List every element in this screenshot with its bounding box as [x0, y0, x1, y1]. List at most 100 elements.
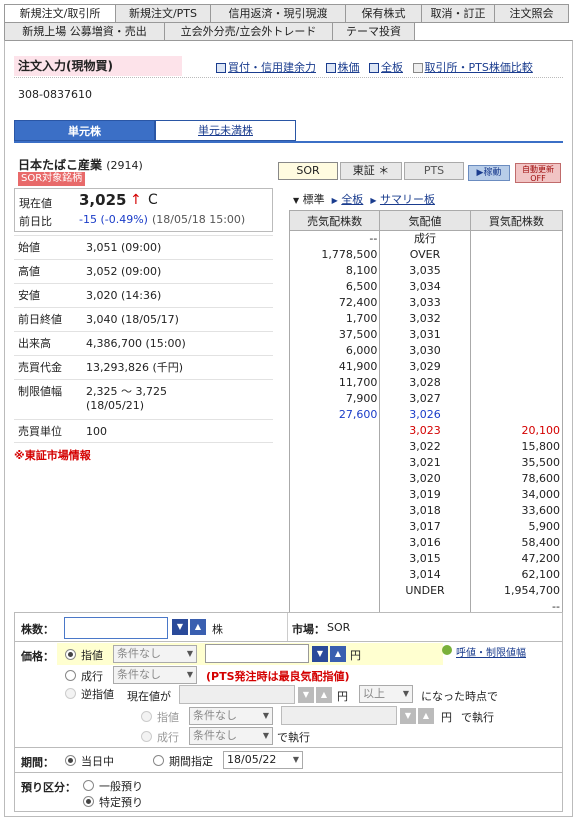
tab-new-order-pts[interactable]: 新規注文/PTS: [115, 4, 210, 23]
market-order-radio[interactable]: [65, 670, 76, 681]
market-pts-button[interactable]: PTS: [404, 162, 464, 180]
board-row: 7,900 3,027: [288, 391, 564, 407]
detail-volume: 出来高 4,386,700 (15:00): [14, 331, 273, 355]
tab-margin-settle[interactable]: 信用返済・現引現渡: [210, 4, 345, 23]
board-price[interactable]: 成行: [379, 230, 471, 247]
price-link[interactable]: 株価: [338, 61, 360, 74]
board-price[interactable]: 3,034: [379, 279, 471, 295]
board-buy-qty: 5,900: [469, 519, 564, 535]
stop-limit-down-button[interactable]: ▼: [400, 708, 416, 724]
stop-order-radio[interactable]: [65, 688, 76, 699]
tab-row-2: 新規上場 公募増資・売出 立会外分売/立会外トレード テーマ投資: [4, 22, 415, 41]
board-full-link[interactable]: 全板: [341, 193, 363, 206]
board-price[interactable]: 3,026: [379, 407, 471, 423]
board-buy-qty: 1,954,700: [469, 583, 564, 599]
board-buy-qty: [469, 311, 564, 327]
board-price[interactable]: 3,033: [379, 295, 471, 311]
board-price[interactable]: 3,017: [379, 519, 471, 535]
price-unit: 円: [350, 649, 361, 662]
tab-new-order-exchange[interactable]: 新規注文/取引所: [4, 4, 115, 23]
limit-price-input[interactable]: [205, 644, 309, 663]
tab-odd-lot[interactable]: 単元未満株: [155, 120, 296, 141]
board-row: 1,700 3,032: [288, 311, 564, 327]
tab-unit-shares[interactable]: 単元株: [14, 120, 155, 141]
board-sell-qty: [288, 503, 381, 519]
tab-theme[interactable]: テーマ投資: [332, 22, 415, 41]
board-price[interactable]: 3,032: [379, 311, 471, 327]
board-price[interactable]: 3,023: [379, 423, 471, 439]
board-price[interactable]: 3,022: [379, 439, 471, 455]
buying-power-icon: [216, 63, 226, 73]
market-tse-button[interactable]: 東証 ＊: [340, 162, 402, 180]
quantity-input[interactable]: [64, 617, 168, 639]
board-buy-qty: 15,800: [469, 439, 564, 455]
board-row: 6,500 3,034: [288, 279, 564, 295]
market-sor-button[interactable]: SOR: [278, 162, 338, 180]
pts-note: (PTS発注時は最良気配指値): [206, 670, 350, 683]
general-deposit-radio[interactable]: [83, 780, 94, 791]
board-price[interactable]: 3,035: [379, 263, 471, 279]
unit-tab-underline: [14, 141, 563, 143]
stop-limit-exec-label: で執行: [461, 711, 494, 724]
board-sell-qty: 8,100: [288, 263, 381, 279]
board-standard[interactable]: 標準: [303, 193, 325, 206]
tab-ipo[interactable]: 新規上場 公募増資・売出: [4, 22, 164, 41]
board-price[interactable]: 3,030: [379, 343, 471, 359]
current-price-label: 現在値: [19, 197, 52, 210]
special-deposit-radio[interactable]: [83, 796, 94, 807]
current-price: 3,025: [79, 191, 127, 209]
board-price[interactable]: 3,027: [379, 391, 471, 407]
board-price[interactable]: 3,028: [379, 375, 471, 391]
board-sell-qty: [288, 423, 381, 439]
tab-cancel-modify[interactable]: 取消・訂正: [421, 4, 494, 23]
limit-label: 指値: [81, 649, 103, 662]
board-header-price: 気配値: [379, 210, 471, 231]
run-button[interactable]: ▶稼動: [468, 165, 510, 181]
board-sell-qty: [288, 439, 381, 455]
board-price[interactable]: 3,031: [379, 327, 471, 343]
board-price[interactable]: 3,018: [379, 503, 471, 519]
board-buy-qty: 33,600: [469, 503, 564, 519]
period-date-select[interactable]: 18/05/22: [223, 751, 303, 769]
quantity-up-button[interactable]: ▲: [190, 619, 206, 635]
tab-off-floor[interactable]: 立会外分売/立会外トレード: [164, 22, 332, 41]
buying-power-link[interactable]: 買付・信用建余力: [228, 61, 316, 74]
board-price[interactable]: UNDER: [379, 583, 471, 599]
auto-refresh-button[interactable]: 自動更新OFF: [515, 163, 561, 183]
period-spec-radio[interactable]: [153, 755, 164, 766]
board-price[interactable]: 3,019: [379, 487, 471, 503]
board-summary-link[interactable]: サマリー板: [380, 193, 435, 206]
tab-order-inquiry[interactable]: 注文照会: [494, 4, 569, 23]
board-buy-qty: [469, 247, 564, 263]
compare-link[interactable]: 取引所・PTS株価比較: [425, 61, 533, 74]
stop-market-condition-select[interactable]: 条件なし: [189, 727, 273, 745]
stop-limit-price-input[interactable]: [281, 706, 397, 725]
board-price[interactable]: 3,014: [379, 567, 471, 583]
board-price[interactable]: 3,015: [379, 551, 471, 567]
stop-limit-radio[interactable]: [141, 711, 152, 722]
stop-down-button[interactable]: ▼: [298, 687, 314, 703]
limit-radio[interactable]: [65, 649, 76, 660]
full-board-link[interactable]: 全板: [381, 61, 403, 74]
board-buy-qty: 35,500: [469, 455, 564, 471]
period-label: 期間：: [21, 756, 54, 769]
price-down-button[interactable]: ▼: [312, 646, 328, 662]
limit-condition-select[interactable]: 条件なし: [113, 645, 197, 663]
board-price[interactable]: 3,016: [379, 535, 471, 551]
price-up-button[interactable]: ▲: [330, 646, 346, 662]
tab-holdings[interactable]: 保有株式: [345, 4, 421, 23]
quantity-down-button[interactable]: ▼: [172, 619, 188, 635]
stop-direction-select[interactable]: 以上: [359, 685, 413, 703]
tick-size-link[interactable]: 呼値・制限値幅: [456, 644, 526, 659]
board-price[interactable]: 3,029: [379, 359, 471, 375]
today-radio[interactable]: [65, 755, 76, 766]
stop-trigger-input[interactable]: [179, 685, 295, 704]
board-price[interactable]: 3,021: [379, 455, 471, 471]
stop-limit-up-button[interactable]: ▲: [418, 708, 434, 724]
board-price[interactable]: OVER: [379, 247, 471, 263]
stop-up-button[interactable]: ▲: [316, 687, 332, 703]
stop-market-radio[interactable]: [141, 731, 152, 742]
board-price[interactable]: 3,020: [379, 471, 471, 487]
market-condition-select[interactable]: 条件なし: [113, 666, 197, 684]
stop-limit-condition-select[interactable]: 条件なし: [189, 707, 273, 725]
